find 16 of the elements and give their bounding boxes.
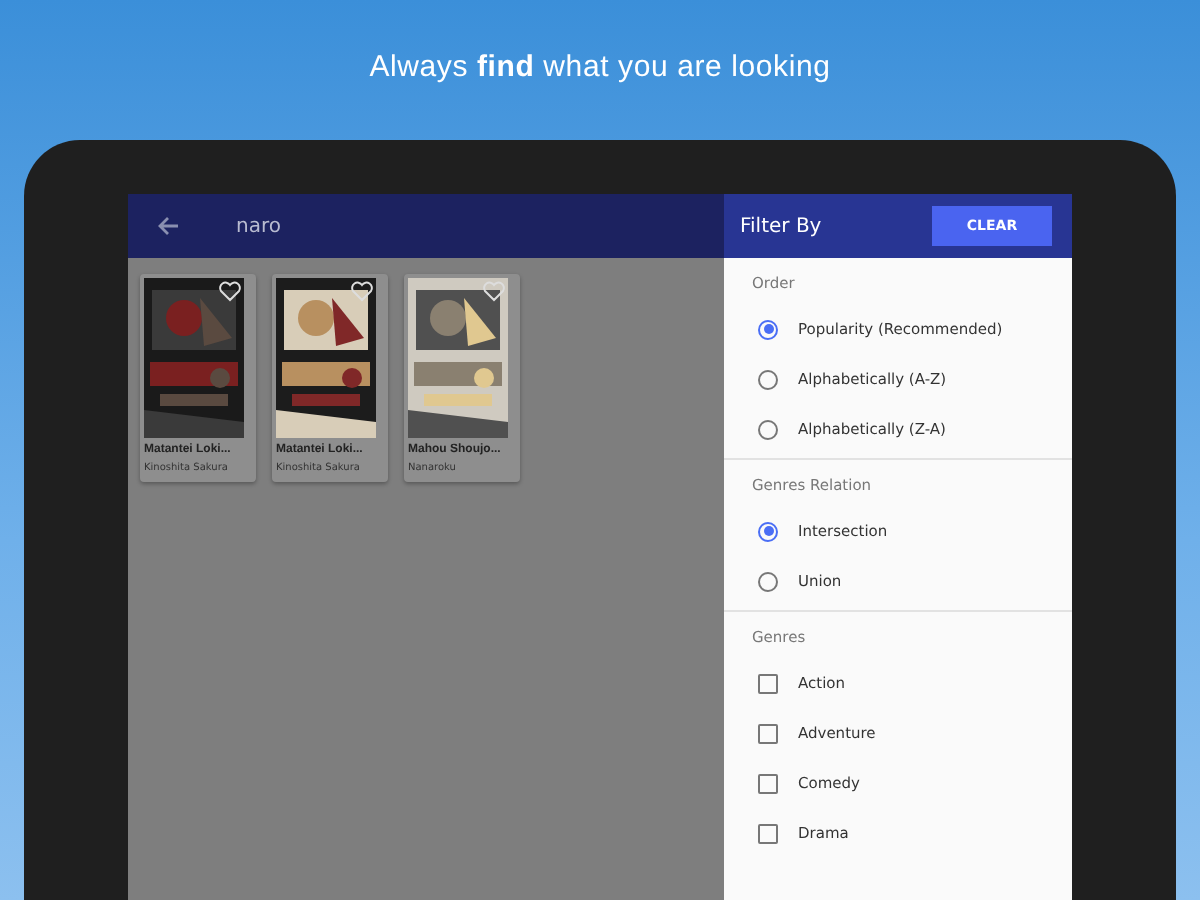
search-field[interactable]: naro	[232, 211, 480, 241]
radio-button[interactable]	[758, 571, 778, 591]
headline: Always find what you are looking	[369, 49, 831, 83]
drawer-title: Filter By	[740, 215, 822, 237]
radio-button[interactable]	[758, 319, 778, 339]
checkbox[interactable]	[758, 823, 778, 843]
checkbox[interactable]	[758, 673, 778, 693]
checkbox[interactable]	[758, 773, 778, 793]
back-arrow-icon[interactable]	[156, 214, 180, 238]
heart-icon[interactable]	[218, 280, 242, 302]
radio-button[interactable]	[758, 369, 778, 389]
checkbox[interactable]	[758, 723, 778, 743]
radio-button[interactable]	[758, 521, 778, 541]
radio-button[interactable]	[758, 419, 778, 439]
heart-icon[interactable]	[350, 280, 374, 302]
heart-icon[interactable]	[482, 280, 506, 302]
